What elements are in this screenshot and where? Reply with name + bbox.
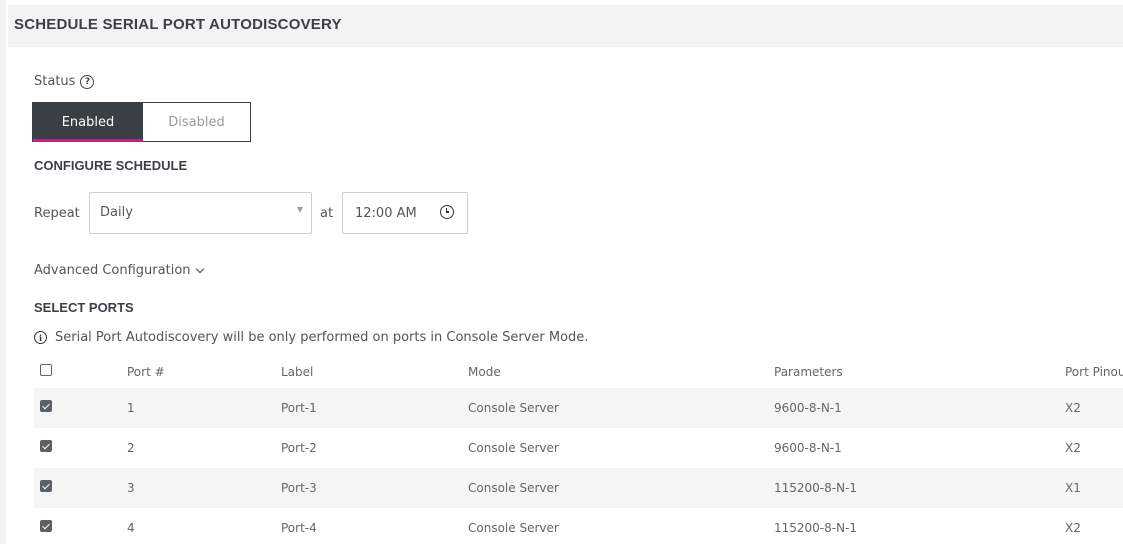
cell-pinout: X2: [1065, 401, 1081, 415]
ports-info: i Serial Port Autodiscovery will be only…: [34, 330, 588, 345]
row-checkbox[interactable]: [40, 440, 52, 452]
cell-mode: Console Server: [468, 441, 559, 455]
panel-header: SCHEDULE SERIAL PORT AUTODISCOVERY: [8, 5, 1123, 47]
checkbox-checked-icon: [40, 520, 52, 532]
cell-pinout: X2: [1065, 441, 1081, 455]
cell-mode: Console Server: [468, 521, 559, 535]
repeat-select-value: Daily: [100, 205, 133, 220]
disabled-button[interactable]: Disabled: [143, 103, 250, 141]
select-ports-heading: SELECT PORTS: [34, 300, 134, 315]
checkbox-checked-icon: [40, 480, 52, 492]
time-input[interactable]: 12:00 AM: [342, 192, 468, 234]
clock-icon[interactable]: [440, 205, 454, 219]
row-checkbox[interactable]: [40, 520, 52, 532]
page-title: SCHEDULE SERIAL PORT AUTODISCOVERY: [14, 16, 342, 33]
row-checkbox[interactable]: [40, 480, 52, 492]
chevron-down-icon: [195, 264, 204, 274]
column-header-mode[interactable]: Mode: [468, 365, 501, 379]
checkbox-checked-icon: [40, 400, 52, 412]
help-circle-icon[interactable]: ?: [80, 74, 95, 89]
status-label-group: Status ?: [34, 74, 95, 89]
repeat-label: Repeat: [34, 206, 80, 221]
cell-label: Port-1: [281, 401, 317, 415]
table-row[interactable]: 4 Port-4 Console Server 115200-8-N-1 X2: [34, 508, 1123, 548]
cell-pinout: X2: [1065, 521, 1081, 535]
cell-parameters: 115200-8-N-1: [774, 481, 858, 495]
cell-label: Port-2: [281, 441, 317, 455]
time-value: 12:00 AM: [355, 206, 417, 221]
ports-info-text: Serial Port Autodiscovery will be only p…: [55, 330, 589, 345]
advanced-configuration-toggle[interactable]: Advanced Configuration: [34, 263, 204, 278]
cell-parameters: 115200-8-N-1: [774, 521, 858, 535]
column-header-pinout[interactable]: Port Pinou: [1065, 365, 1123, 379]
cell-parameters: 9600-8-N-1: [774, 441, 842, 455]
column-header-port[interactable]: Port #: [127, 365, 165, 379]
cell-label: Port-4: [281, 521, 317, 535]
advanced-configuration-label: Advanced Configuration: [34, 263, 191, 278]
cell-port: 4: [127, 521, 135, 535]
configure-schedule-heading: CONFIGURE SCHEDULE: [34, 158, 188, 173]
cell-port: 3: [127, 481, 135, 495]
row-checkbox[interactable]: [40, 400, 52, 412]
at-label: at: [320, 206, 334, 221]
select-all-checkbox[interactable]: [40, 364, 52, 376]
column-header-parameters[interactable]: Parameters: [774, 365, 843, 379]
info-circle-icon: i: [34, 331, 47, 344]
cell-label: Port-3: [281, 481, 317, 495]
status-toggle[interactable]: Enabled Disabled: [32, 102, 251, 142]
cell-parameters: 9600-8-N-1: [774, 401, 842, 415]
cell-mode: Console Server: [468, 401, 559, 415]
status-label: Status: [34, 74, 76, 89]
table-row[interactable]: 1 Port-1 Console Server 9600-8-N-1 X2: [34, 388, 1123, 428]
repeat-select[interactable]: Daily: [89, 192, 312, 234]
checkbox-checked-icon: [40, 440, 52, 452]
dropdown-arrow-icon: [297, 207, 303, 213]
cell-port: 1: [127, 401, 135, 415]
cell-port: 2: [127, 441, 135, 455]
table-row[interactable]: 3 Port-3 Console Server 115200-8-N-1 X1: [34, 468, 1123, 508]
enabled-button[interactable]: Enabled: [33, 103, 143, 142]
column-header-label[interactable]: Label: [281, 365, 313, 379]
table-header-row: Port # Label Mode Parameters Port Pinou: [34, 352, 1123, 392]
checkbox-icon: [40, 364, 52, 376]
cell-mode: Console Server: [468, 481, 559, 495]
table-row[interactable]: 2 Port-2 Console Server 9600-8-N-1 X2: [34, 428, 1123, 468]
cell-pinout: X1: [1065, 481, 1081, 495]
